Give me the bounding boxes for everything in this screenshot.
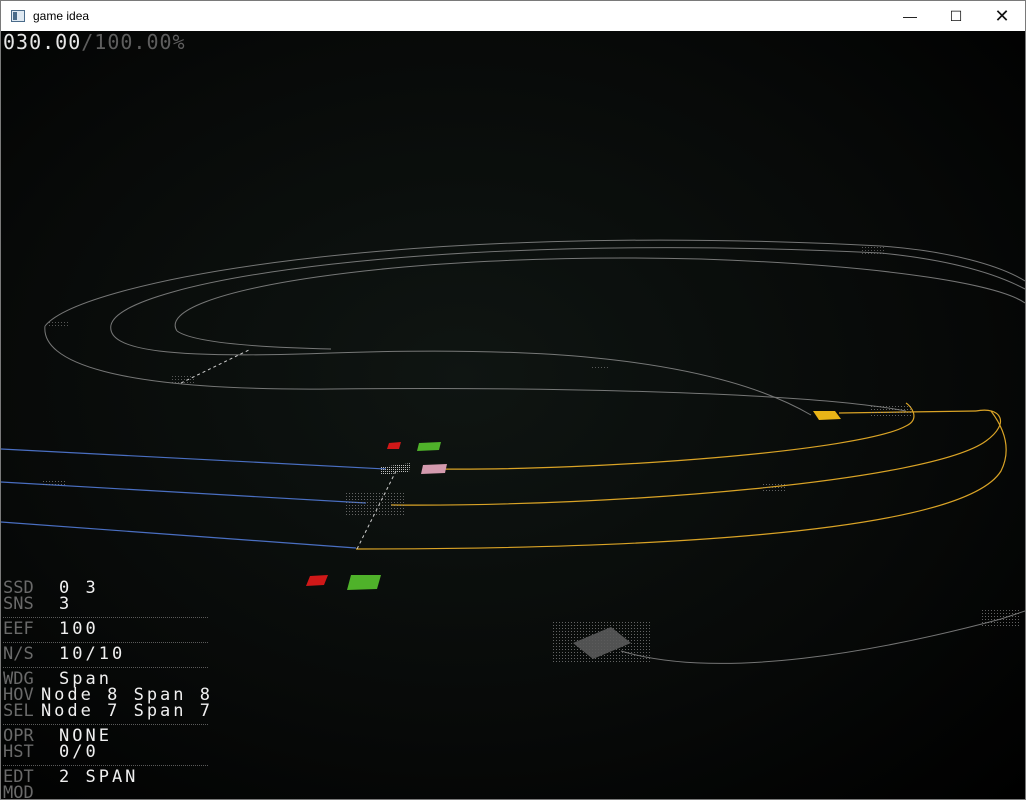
app-window: game idea — ☐ ✕ 030.00/100.00% SSD 0 3 S… — [0, 0, 1026, 800]
game-viewport[interactable]: 030.00/100.00% SSD 0 3 SNS 3 EEF 100 N/S — [1, 31, 1025, 799]
track-line-inner-bottom — [110, 324, 812, 416]
hud-key: EEF — [3, 619, 34, 639]
track-line-inner — [110, 247, 1025, 326]
window-title: game idea — [33, 9, 90, 23]
hud-value: 10/10 — [59, 644, 126, 664]
hud-divider — [3, 642, 208, 643]
hud-divider — [3, 765, 208, 766]
hud-key: SNS — [3, 594, 34, 614]
minimize-button[interactable]: — — [887, 1, 933, 31]
blue-line-3 — [1, 521, 357, 549]
title-bar[interactable]: game idea — ☐ ✕ — [1, 1, 1025, 31]
hud-row-ssd: SSD 0 3 — [3, 580, 213, 597]
hud-key: MOD — [3, 783, 34, 800]
blue-line-1 — [1, 448, 387, 470]
node-zone — [861, 245, 885, 255]
hud-key: N/S — [3, 644, 34, 664]
hud-row-opr: OPR NONE — [3, 728, 213, 745]
node-zone — [981, 609, 1021, 627]
progress-current: 030.00 — [3, 31, 82, 54]
node-zone — [171, 376, 195, 384]
hud-divider — [3, 667, 208, 668]
progress-total: /100.00% — [81, 31, 186, 54]
progress-readout: 030.00/100.00% — [3, 32, 186, 52]
hud-key: HST — [3, 742, 34, 762]
hud-key: SEL — [3, 701, 34, 721]
red-marker-large — [306, 575, 328, 586]
maximize-button[interactable]: ☐ — [933, 1, 979, 31]
red-marker — [387, 442, 401, 449]
hud-value: 3 — [59, 594, 73, 614]
green-marker-large — [347, 575, 381, 590]
hud-panel: SSD 0 3 SNS 3 EEF 100 N/S 10/10 WDG Span… — [3, 580, 213, 799]
hud-value: 100 — [59, 619, 99, 639]
blue-track — [1, 448, 387, 549]
orange-track — [355, 402, 1007, 550]
node-zone — [346, 493, 406, 515]
track-line-ring-bottom — [176, 330, 332, 350]
dashed-connectors — [180, 348, 397, 552]
hud-value: Node 7 Span 7 — [40, 701, 213, 721]
node-zone — [41, 479, 67, 487]
node-zone — [871, 405, 911, 417]
hud-row-sns: SNS 3 — [3, 594, 213, 614]
hud-row-hst: HST 0/0 — [3, 742, 213, 762]
pink-marker — [421, 464, 447, 474]
hud-divider — [3, 617, 208, 618]
hud-row-sel: SEL Node 7 Span 7 — [3, 701, 213, 721]
yellow-marker — [813, 411, 841, 420]
track-line-lower-right — [620, 610, 1025, 664]
track-line-ring — [174, 257, 1025, 332]
close-button[interactable]: ✕ — [979, 1, 1025, 31]
green-marker — [417, 442, 441, 451]
hud-row-mod: MOD — [3, 783, 213, 800]
hud-row-eef: EEF 100 — [3, 619, 213, 639]
hud-value: 0/0 — [59, 742, 99, 762]
hud-value: 2 SPAN — [59, 767, 139, 787]
hud-row-ns: N/S 10/10 — [3, 644, 213, 664]
node-zone — [761, 483, 787, 491]
app-icon — [11, 10, 25, 22]
node-zone — [49, 321, 69, 327]
node-hover — [381, 463, 411, 475]
node-zone — [591, 365, 609, 370]
orange-line-3 — [355, 410, 1007, 550]
hud-row-edt: EDT 2 SPAN — [3, 767, 213, 787]
hud-divider — [3, 724, 208, 725]
